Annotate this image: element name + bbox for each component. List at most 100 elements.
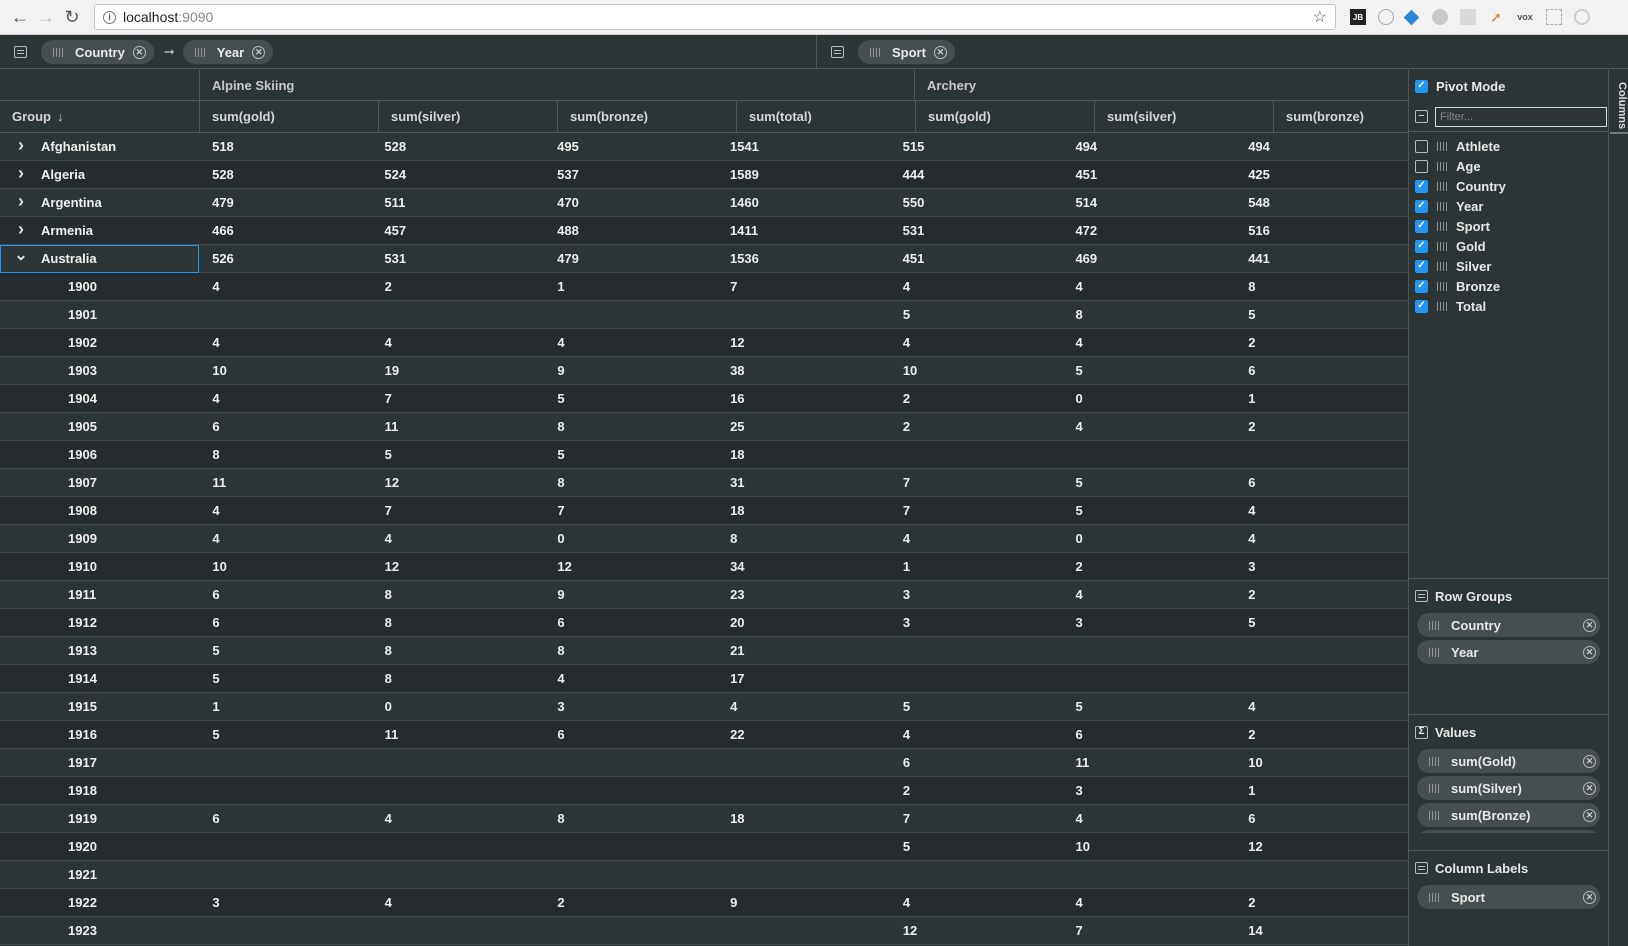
value-cell[interactable]: 1541	[717, 139, 890, 154]
value-cell[interactable]: 2	[544, 895, 717, 910]
value-cell[interactable]: 0	[1063, 391, 1236, 406]
value-cell[interactable]: 12	[890, 923, 1063, 938]
value-cell[interactable]: 8	[544, 419, 717, 434]
group-cell[interactable]: 1906	[0, 441, 199, 469]
group-cell[interactable]: › Algeria	[0, 161, 199, 189]
drag-handle-icon[interactable]	[1437, 181, 1447, 191]
value-cell[interactable]: 1536	[717, 251, 890, 266]
value-cell[interactable]: 2	[1235, 587, 1408, 602]
extension-lines-icon[interactable]	[1460, 9, 1476, 25]
group-cell[interactable]: 1907	[0, 469, 199, 497]
value-cell[interactable]: 8	[372, 671, 545, 686]
group-cell[interactable]: 1901	[0, 301, 199, 329]
value-cell[interactable]: 5	[890, 307, 1063, 322]
checkbox-checked-icon[interactable]: ✓	[1415, 199, 1428, 213]
table-row[interactable]: 1921	[0, 861, 1408, 889]
value-cell[interactable]: 9	[544, 587, 717, 602]
value-cell[interactable]: 6	[199, 811, 371, 826]
value-cell[interactable]: 25	[717, 419, 890, 434]
drag-handle-icon[interactable]	[1429, 620, 1439, 630]
chevron-right-icon[interactable]: ›	[14, 135, 28, 156]
value-cell[interactable]: 3	[544, 699, 717, 714]
value-cell[interactable]: 451	[1062, 167, 1235, 182]
row-group-pill-year[interactable]: Year ✕	[182, 40, 274, 64]
table-row[interactable]: › Argentina 479 511 470 1460 550 514 548	[0, 189, 1408, 217]
value-cell[interactable]: 16	[717, 391, 890, 406]
group-cell[interactable]: 1918	[0, 777, 199, 805]
group-cell[interactable]: › Argentina	[0, 189, 199, 217]
value-cell[interactable]: 515	[890, 139, 1063, 154]
value-cell[interactable]: 5	[1063, 699, 1236, 714]
value-cell[interactable]: 2	[1235, 727, 1408, 742]
header-alpine-gold[interactable]: sum(gold)	[199, 101, 378, 133]
table-row[interactable]: › Algeria 528 524 537 1589 444 451 425	[0, 161, 1408, 189]
checkbox-icon[interactable]	[1415, 159, 1428, 173]
value-cell[interactable]: 4	[1235, 699, 1408, 714]
value-cell[interactable]: 7	[890, 811, 1063, 826]
group-cell[interactable]: 1900	[0, 273, 199, 301]
group-cell[interactable]: 1921	[0, 861, 199, 889]
group-cell[interactable]: 1919	[0, 805, 199, 833]
value-cell[interactable]: 4	[1063, 895, 1236, 910]
value-cell[interactable]: 2	[890, 783, 1063, 798]
value-cell[interactable]: 7	[717, 279, 890, 294]
table-row[interactable]: 1922 3 4 2 9 4 4 2	[0, 889, 1408, 917]
value-cell[interactable]: 5	[544, 391, 717, 406]
value-cell[interactable]: 12	[372, 475, 545, 490]
value-cell[interactable]: 5	[199, 671, 371, 686]
value-cell[interactable]: 5	[1063, 503, 1236, 518]
value-cell[interactable]: 524	[371, 167, 544, 182]
value-cell[interactable]: 5	[1063, 475, 1236, 490]
column-label-pill[interactable]: Sport ✕	[1417, 885, 1600, 909]
table-row[interactable]: › Afghanistan 518 528 495 1541 515 494 494	[0, 133, 1408, 161]
reload-icon[interactable]: ↻	[60, 5, 84, 29]
table-row[interactable]: 1916 5 11 6 22 4 6 2	[0, 721, 1408, 749]
value-cell[interactable]: 528	[371, 139, 544, 154]
value-cell[interactable]: 1460	[717, 195, 890, 210]
table-row[interactable]: 1915 1 0 3 4 5 5 4	[0, 693, 1408, 721]
value-cell[interactable]: 2	[372, 279, 545, 294]
chevron-right-icon[interactable]: ›	[14, 219, 28, 240]
value-cell[interactable]: 4	[199, 531, 371, 546]
column-item-silver[interactable]: ✓ Silver	[1409, 256, 1608, 276]
value-cell[interactable]: 18	[717, 503, 890, 518]
value-cell[interactable]: 470	[544, 195, 717, 210]
column-item-athlete[interactable]: Athlete	[1409, 136, 1608, 156]
value-cell[interactable]: 2	[890, 419, 1063, 434]
value-cell[interactable]: 3	[1063, 615, 1236, 630]
group-cell[interactable]: 1913	[0, 637, 199, 665]
remove-icon[interactable]: ✕	[132, 45, 146, 59]
value-cell[interactable]: 4	[372, 531, 545, 546]
remove-icon[interactable]: ✕	[933, 45, 947, 59]
value-cell[interactable]: 511	[371, 195, 544, 210]
value-cell[interactable]: 17	[717, 671, 890, 686]
column-item-bronze[interactable]: ✓ Bronze	[1409, 276, 1608, 296]
value-cell[interactable]: 4	[1063, 335, 1236, 350]
chevron-right-icon[interactable]: ›	[14, 191, 28, 212]
group-cell[interactable]: 1909	[0, 525, 199, 553]
header-group[interactable]: Group ↓	[0, 101, 199, 133]
value-cell[interactable]: 31	[717, 475, 890, 490]
group-cell[interactable]: 1915	[0, 693, 199, 721]
value-cell[interactable]: 8	[544, 643, 717, 658]
value-cell[interactable]: 23	[717, 587, 890, 602]
value-cell[interactable]: 4	[372, 335, 545, 350]
value-cell[interactable]: 9	[717, 895, 890, 910]
drag-handle-icon[interactable]	[1437, 241, 1447, 251]
drag-handle-icon[interactable]	[1429, 756, 1439, 766]
value-cell[interactable]: 2	[1235, 895, 1408, 910]
value-cell[interactable]: 4	[544, 335, 717, 350]
value-cell[interactable]: 4	[890, 531, 1063, 546]
select-all-icon[interactable]: −	[1415, 110, 1428, 123]
value-cell[interactable]: 451	[890, 251, 1063, 266]
value-cell[interactable]: 1	[1235, 783, 1408, 798]
value-cell[interactable]: 8	[1235, 279, 1408, 294]
value-cell[interactable]: 4	[1063, 811, 1236, 826]
value-cell[interactable]: 4	[1235, 503, 1408, 518]
column-drop-zone[interactable]: Sport ✕	[817, 35, 961, 69]
group-cell[interactable]: 1908	[0, 497, 199, 525]
value-cell[interactable]: 6	[1235, 811, 1408, 826]
bookmark-star-icon[interactable]: ☆	[1313, 7, 1327, 27]
value-cell[interactable]: 11	[1063, 755, 1236, 770]
value-cell[interactable]: 7	[544, 503, 717, 518]
